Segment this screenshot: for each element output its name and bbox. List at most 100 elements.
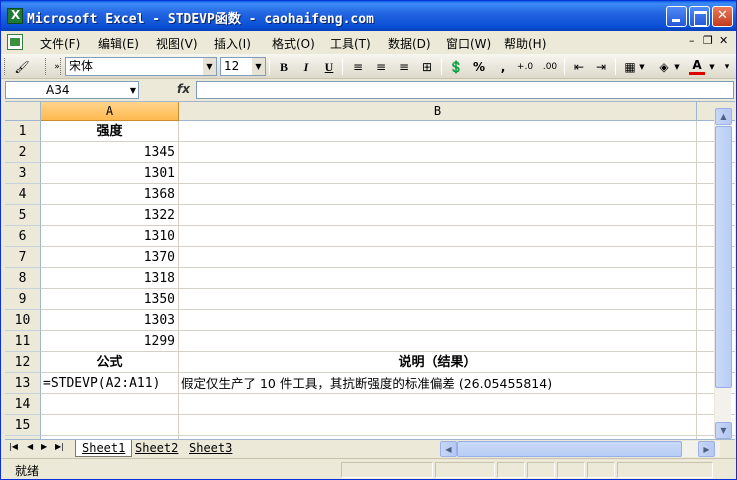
cell-a[interactable]: 1303 [41,310,179,331]
chevron-down-icon[interactable]: ▼ [638,59,646,75]
row-header[interactable]: 14 [5,394,41,415]
horizontal-scroll-thumb[interactable] [457,441,682,457]
cell-a[interactable]: 强度 [41,121,179,142]
menu-data[interactable]: 数据(D) [388,35,431,52]
font-size-select[interactable]: 12 ▼ [220,57,266,76]
chevron-down-icon[interactable]: ▼ [673,59,681,75]
cell-b[interactable] [179,163,697,184]
bold-button[interactable]: B [276,59,292,75]
chevron-down-icon[interactable]: ▼ [130,83,136,99]
excel-app-icon[interactable] [7,8,23,24]
cell-a[interactable]: 1301 [41,163,179,184]
fill-color-icon[interactable]: ◈ [656,59,672,75]
cell-a[interactable] [41,415,179,436]
cell-b[interactable] [179,415,697,436]
row-header[interactable]: 3 [5,163,41,184]
cell-b[interactable] [179,289,697,310]
cell-b[interactable] [179,184,697,205]
row-header[interactable]: 11 [5,331,41,352]
row-header[interactable]: 12 [5,352,41,373]
cell-b[interactable] [179,247,697,268]
cell-a[interactable]: 公式 [41,352,179,373]
decrease-decimal-button[interactable]: .00 [539,59,561,75]
select-all-corner[interactable] [5,102,41,121]
horizontal-scrollbar[interactable]: ◀ ▶ [440,441,720,457]
close-button[interactable] [712,6,733,27]
column-header-b[interactable]: B [179,102,697,121]
row-header[interactable]: 15 [5,415,41,436]
increase-indent-icon[interactable]: ⇥ [593,59,609,75]
row-header[interactable]: 13 [5,373,41,394]
menu-edit[interactable]: 编辑(E) [98,35,139,52]
cell-b[interactable] [179,205,697,226]
format-painter-icon[interactable]: 🖌 [14,59,30,75]
menu-file[interactable]: 文件(F) [40,35,80,52]
formula-input[interactable] [196,81,734,99]
toolbar-grip[interactable] [45,58,48,75]
cell-b[interactable] [179,331,697,352]
scroll-down-button[interactable]: ▼ [715,422,732,439]
chevron-down-icon[interactable]: ▼ [203,58,216,75]
cell-a[interactable]: 1299 [41,331,179,352]
menu-tools[interactable]: 工具(T) [330,35,371,52]
scroll-right-button[interactable]: ▶ [698,441,715,457]
toolbar-grip[interactable] [60,58,63,75]
doc-close-icon[interactable]: ✕ [719,34,728,47]
increase-decimal-button[interactable]: +.0 [514,59,536,75]
cell-a[interactable]: 1370 [41,247,179,268]
chevron-down-icon[interactable]: ▼ [708,59,716,75]
name-box[interactable]: A34 ▼ [5,81,139,99]
doc-minimize-icon[interactable]: – [689,34,695,47]
cell-b[interactable] [179,268,697,289]
last-sheet-icon[interactable]: ▶| [55,442,64,451]
cell-b[interactable] [179,394,697,415]
row-header[interactable]: 4 [5,184,41,205]
font-color-button[interactable]: A [689,59,705,75]
toolbar-grip[interactable] [4,58,7,75]
row-header[interactable]: 6 [5,226,41,247]
doc-restore-icon[interactable]: ❐ [703,34,713,47]
cell-b[interactable]: 假定仅生产了 10 件工具，其抗断强度的标准偏差 (26.05455814) [179,373,697,394]
cell-b[interactable] [179,121,697,142]
cell-b[interactable]: 说明（结果） [179,352,697,373]
menu-insert[interactable]: 插入(I) [214,35,251,52]
cell-a[interactable]: 1322 [41,205,179,226]
font-name-select[interactable]: 宋体 ▼ [65,57,217,76]
percent-button[interactable]: % [471,59,487,75]
vertical-scroll-thumb[interactable] [715,126,732,388]
comma-button[interactable]: , [495,59,511,75]
cell-a[interactable]: =STDEVP(A2:A11) [41,373,179,394]
cell-a[interactable]: 1368 [41,184,179,205]
first-sheet-icon[interactable]: |◀ [9,442,18,451]
cell-a[interactable]: 1318 [41,268,179,289]
row-header[interactable]: 10 [5,310,41,331]
cell-b[interactable] [179,226,697,247]
maximize-button[interactable] [689,6,710,27]
cell-a[interactable] [41,394,179,415]
cell-a[interactable]: 1310 [41,226,179,247]
row-header[interactable]: 9 [5,289,41,310]
sheet-tab-2[interactable]: Sheet2 [129,440,184,457]
next-sheet-icon[interactable]: ▶ [41,442,47,451]
cell-b[interactable] [179,142,697,163]
align-right-icon[interactable]: ≡ [396,59,412,75]
menu-window[interactable]: 窗口(W) [446,35,491,52]
align-center-icon[interactable]: ≡ [373,59,389,75]
workbook-icon[interactable] [7,34,23,50]
cell-a[interactable]: 1350 [41,289,179,310]
sheet-tab-1[interactable]: Sheet1 [75,440,133,457]
cell-a[interactable]: 1345 [41,142,179,163]
minimize-button[interactable] [666,6,687,27]
cell-b[interactable] [179,310,697,331]
italic-button[interactable]: I [298,59,314,75]
currency-icon[interactable]: 💲 [448,59,464,75]
row-header[interactable]: 7 [5,247,41,268]
row-header[interactable]: 2 [5,142,41,163]
insert-function-button[interactable]: fx [177,82,190,96]
row-header[interactable]: 5 [5,205,41,226]
scroll-up-button[interactable]: ▲ [715,108,732,125]
menu-view[interactable]: 视图(V) [156,35,198,52]
sheet-tab-3[interactable]: Sheet3 [183,440,238,457]
prev-sheet-icon[interactable]: ◀ [27,442,33,451]
title-bar[interactable]: Microsoft Excel - STDEVP函数 - caohaifeng.… [1,1,736,31]
